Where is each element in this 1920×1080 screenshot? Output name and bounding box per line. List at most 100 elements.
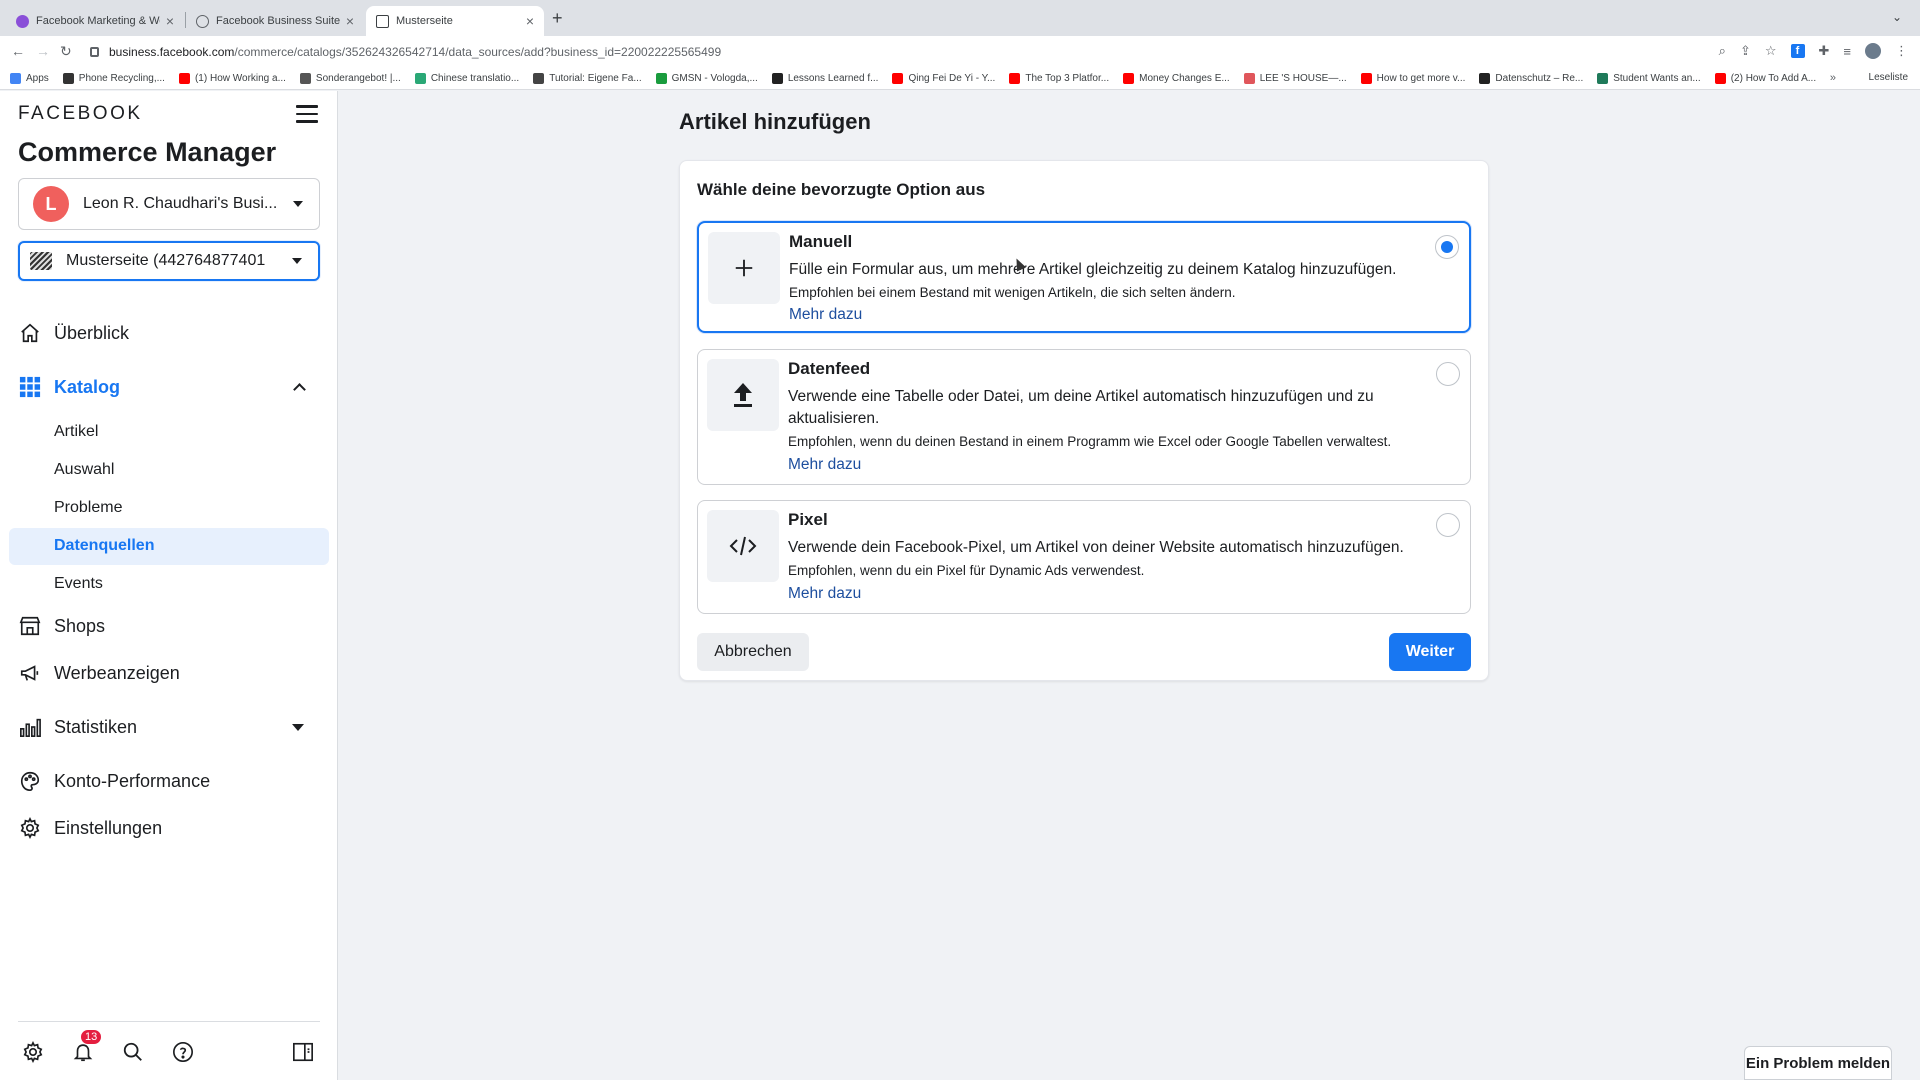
subnav-artikel[interactable]: Artikel <box>54 423 98 441</box>
media-icon[interactable]: ≡ <box>1843 44 1851 59</box>
page-selector[interactable]: Musterseite (442764877401... <box>18 241 320 281</box>
bookmark-item[interactable]: Qing Fei De Yi - Y... <box>892 73 995 84</box>
option-manual[interactable]: Manuell Fülle ein Formular aus, um mehre… <box>697 221 1471 333</box>
bookmark-favicon-icon <box>414 73 426 84</box>
report-problem-button[interactable]: Ein Problem melden <box>1744 1046 1892 1080</box>
app-title: Commerce Manager <box>18 137 277 167</box>
reading-list-button[interactable]: Leseliste <box>1869 72 1908 83</box>
zoom-icon[interactable]: ⌕ <box>1719 43 1726 59</box>
subnav-probleme[interactable]: Probleme <box>54 499 122 517</box>
bookmark-item[interactable]: (2) How To Add A... <box>1714 73 1816 84</box>
share-icon[interactable]: ⇪ <box>1740 43 1751 59</box>
address-bar[interactable]: business.facebook.com /commerce/catalogs… <box>88 40 1780 64</box>
browser-tab-1[interactable]: Facebook Marketing & Werbe × <box>6 6 184 36</box>
forward-icon[interactable]: → <box>36 43 50 59</box>
star-icon[interactable]: ☆ <box>1765 43 1777 59</box>
bookmark-item[interactable]: How to get more v... <box>1360 73 1465 84</box>
bookmark-item[interactable]: Lessons Learned f... <box>771 73 879 84</box>
card-heading: Wähle deine bevorzugte Option aus <box>697 180 986 199</box>
bookmark-label: GMSN - Vologda,... <box>671 73 758 84</box>
subnav-events[interactable]: Events <box>54 575 103 593</box>
page-name: Musterseite (442764877401... <box>66 252 266 269</box>
bookmark-item[interactable]: Datenschutz – Re... <box>1479 73 1583 84</box>
bookmark-item[interactable]: Tutorial: Eigene Fa... <box>533 73 642 84</box>
tab-favicon-icon <box>196 14 209 28</box>
bookmark-item[interactable]: Student Wants an... <box>1597 73 1701 84</box>
learn-more-link[interactable]: Mehr dazu <box>788 456 861 474</box>
bookmark-item[interactable]: LEE 'S HOUSE—... <box>1243 73 1347 84</box>
bookmark-item[interactable]: Chinese translatio... <box>414 73 519 84</box>
nav-statistics[interactable]: Statistiken <box>18 712 330 742</box>
dropdown-caret-icon <box>293 201 303 207</box>
help-icon[interactable] <box>170 1039 196 1065</box>
nav-account-performance[interactable]: Konto-Performance <box>18 766 330 796</box>
radio-data-feed[interactable] <box>1436 362 1460 386</box>
nav-catalog[interactable]: Katalog <box>18 372 330 402</box>
tab-title: Facebook Marketing & Werbe <box>36 15 160 27</box>
new-tab-icon[interactable]: + <box>552 8 563 29</box>
tab-search-icon[interactable]: ⌄ <box>1892 10 1902 24</box>
chevron-down-icon[interactable] <box>292 724 304 731</box>
profile-avatar-icon[interactable] <box>1865 43 1881 59</box>
next-button[interactable]: Weiter <box>1389 633 1471 671</box>
browser-tab-2[interactable]: Facebook Business Suite × <box>186 6 364 36</box>
bookmark-label: Phone Recycling,... <box>78 73 165 84</box>
cancel-button[interactable]: Abbrechen <box>697 633 809 671</box>
close-tab-icon[interactable]: × <box>166 13 174 29</box>
nav-overview[interactable]: Überblick <box>18 318 330 348</box>
hamburger-menu-icon[interactable] <box>296 105 318 123</box>
bookmark-item[interactable]: Sonderangebot! |... <box>299 73 401 84</box>
apps-grid-icon <box>10 73 21 84</box>
bookmark-label: Qing Fei De Yi - Y... <box>908 73 996 84</box>
grid-icon <box>18 375 42 399</box>
search-icon[interactable] <box>120 1039 146 1065</box>
radio-manual[interactable] <box>1435 235 1459 259</box>
bookmark-item[interactable]: Phone Recycling,... <box>62 73 165 84</box>
bookmark-label: Tutorial: Eigene Fa... <box>549 73 642 84</box>
nav-settings[interactable]: Einstellungen <box>18 813 330 843</box>
bookmark-item[interactable]: Money Changes E... <box>1123 73 1230 84</box>
menu-kebab-icon[interactable]: ⋮ <box>1895 43 1908 59</box>
bookmarks-overflow-icon[interactable]: » <box>1830 72 1836 84</box>
bookmark-item[interactable]: (1) How Working a... <box>178 73 286 84</box>
sidebar-divider <box>18 1021 320 1022</box>
bookmark-item[interactable]: GMSN - Vologda,... <box>655 73 758 84</box>
bookmark-item[interactable]: The Top 3 Platfor... <box>1009 73 1109 84</box>
shop-icon <box>18 614 42 638</box>
radio-pixel[interactable] <box>1436 513 1460 537</box>
bookmark-item[interactable]: Apps <box>10 73 49 84</box>
option-hint: Empfohlen, wenn du ein Pixel für Dynamic… <box>788 563 1145 578</box>
upload-icon <box>707 359 779 431</box>
browser-tab-3-active[interactable]: Musterseite × <box>366 6 544 36</box>
bookmark-label: Lessons Learned f... <box>787 73 879 84</box>
subnav-datenquellen[interactable]: Datenquellen <box>54 537 154 555</box>
nav-ads[interactable]: Werbeanzeigen <box>18 658 330 688</box>
bookmark-label: Student Wants an... <box>1613 73 1701 84</box>
nav-label: Überblick <box>54 322 130 343</box>
close-tab-icon[interactable]: × <box>526 13 534 29</box>
chevron-up-icon[interactable] <box>293 383 306 396</box>
business-selector[interactable]: L Leon R. Chaudhari's Busi... <box>18 178 320 230</box>
extensions-icon[interactable]: ✚ <box>1819 43 1830 59</box>
learn-more-link[interactable]: Mehr dazu <box>789 306 862 324</box>
learn-more-link[interactable]: Mehr dazu <box>788 585 861 603</box>
bookmark-label: (1) How Working a... <box>194 73 286 84</box>
close-tab-icon[interactable]: × <box>346 13 354 29</box>
option-hint: Empfohlen bei einem Bestand mit wenigen … <box>789 285 1236 300</box>
settings-gear-icon[interactable] <box>20 1039 46 1065</box>
collapse-sidebar-icon[interactable] <box>290 1039 316 1065</box>
facebook-extension-icon[interactable]: f <box>1790 44 1805 58</box>
nav-label: Konto-Performance <box>54 770 211 791</box>
nav-label: Einstellungen <box>54 817 163 838</box>
subnav-auswahl[interactable]: Auswahl <box>54 461 114 479</box>
option-data-feed[interactable]: Datenfeed Verwende eine Tabelle oder Dat… <box>697 349 1471 485</box>
facebook-logo: FACEBOOK <box>18 103 143 124</box>
back-icon[interactable]: ← <box>11 43 25 59</box>
tab-title: Musterseite <box>396 15 453 27</box>
option-pixel[interactable]: Pixel Verwende dein Facebook-Pixel, um A… <box>697 500 1471 614</box>
home-icon <box>18 321 42 345</box>
nav-shops[interactable]: Shops <box>18 611 330 641</box>
performance-icon <box>18 769 42 793</box>
option-hint: Empfohlen, wenn du deinen Bestand in ein… <box>788 434 1392 449</box>
reload-icon[interactable]: ↻ <box>60 43 72 60</box>
